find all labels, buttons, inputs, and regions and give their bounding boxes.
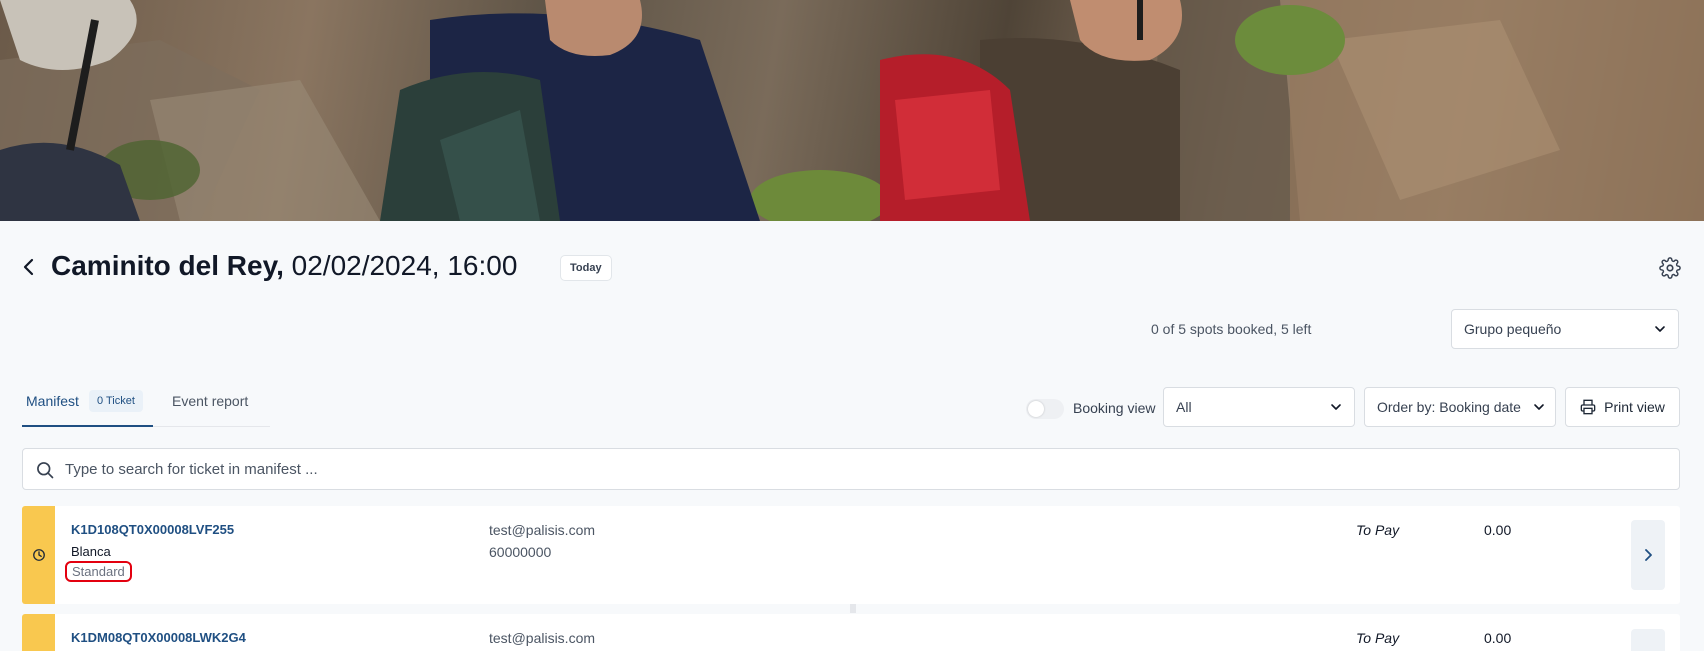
hero-image <box>0 0 1704 221</box>
chevron-down-icon <box>1534 404 1544 410</box>
gear-icon <box>1659 257 1681 279</box>
ticket-count-badge: 0 Ticket <box>89 390 143 412</box>
settings-button[interactable] <box>1659 257 1681 279</box>
pending-status-bar <box>22 614 55 651</box>
tab-manifest-label: Manifest <box>26 393 79 409</box>
ticket-row[interactable]: K1D108QT0X00008LVF255 Blanca Standard te… <box>22 506 1680 604</box>
printer-icon <box>1580 399 1596 415</box>
ticket-id[interactable]: K1DM08QT0X00008LWK2G4 <box>71 630 246 645</box>
order-select-value: Order by: Booking date <box>1377 399 1521 415</box>
chevron-right-icon <box>1645 549 1652 561</box>
filter-select-value: All <box>1176 399 1192 415</box>
chevron-left-icon <box>23 258 34 276</box>
spots-summary: 0 of 5 spots booked, 5 left <box>1151 321 1312 337</box>
ticket-row[interactable]: K1DM08QT0X00008LWK2G4 test@palisis.com T… <box>22 614 1680 651</box>
clock-icon <box>33 549 45 561</box>
ticket-phone: 60000000 <box>489 544 552 560</box>
search-icon <box>37 462 54 479</box>
tab-manifest[interactable]: Manifest 0 Ticket <box>22 385 153 427</box>
hikers-photo <box>0 0 1704 221</box>
ticket-holder-name: Blanca <box>71 544 111 559</box>
chevron-down-icon <box>1655 326 1665 332</box>
list-divider <box>850 604 856 613</box>
ticket-amount: 0.00 <box>1484 522 1512 538</box>
tab-event-report-label: Event report <box>172 393 249 409</box>
booking-view-label: Booking view <box>1073 400 1156 416</box>
order-select[interactable]: Order by: Booking date <box>1364 387 1556 427</box>
print-view-label: Print view <box>1604 399 1665 415</box>
booking-view-toggle[interactable] <box>1026 399 1064 419</box>
pending-status-bar <box>22 506 55 604</box>
back-button[interactable] <box>18 255 40 279</box>
ticket-id[interactable]: K1D108QT0X00008LVF255 <box>71 522 234 537</box>
event-datetime: 02/02/2024, 16:00 <box>291 250 518 281</box>
tab-bar: Manifest 0 Ticket Event report <box>22 385 270 427</box>
print-view-button[interactable]: Print view <box>1565 387 1680 427</box>
ticket-type: Standard <box>65 561 132 582</box>
event-name: Caminito del Rey, <box>51 250 284 281</box>
ticket-email: test@palisis.com <box>489 522 596 538</box>
chevron-down-icon <box>1331 404 1341 410</box>
ticket-amount: 0.00 <box>1484 630 1512 646</box>
page-title: Caminito del Rey, 02/02/2024, 16:00 <box>51 250 517 282</box>
open-ticket-button[interactable] <box>1631 520 1665 590</box>
ticket-email: test@palisis.com <box>489 630 596 646</box>
filter-select[interactable]: All <box>1163 387 1355 427</box>
today-badge: Today <box>560 255 612 281</box>
payment-status: To Pay <box>1356 630 1400 646</box>
group-select[interactable]: Grupo pequeño <box>1451 309 1679 349</box>
open-ticket-button[interactable] <box>1631 629 1665 651</box>
manifest-search <box>22 448 1680 490</box>
search-input[interactable] <box>63 449 1663 489</box>
payment-status: To Pay <box>1356 522 1400 538</box>
group-select-value: Grupo pequeño <box>1464 321 1562 337</box>
toggle-knob <box>1028 401 1044 417</box>
